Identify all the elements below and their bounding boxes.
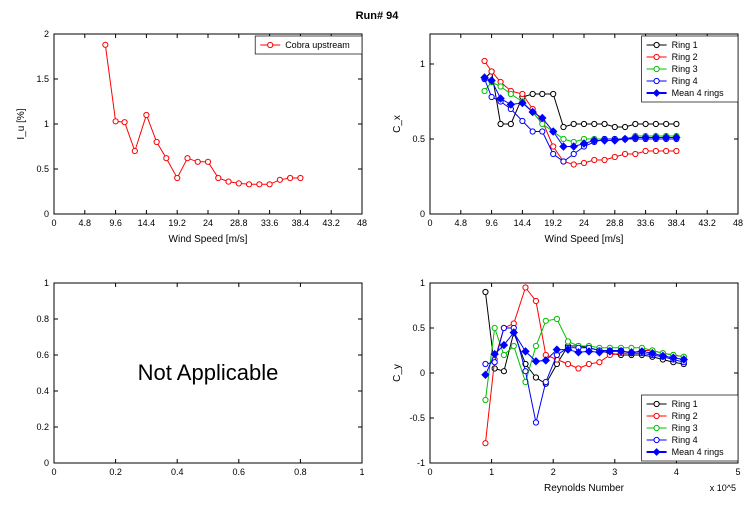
svg-text:33.6: 33.6 bbox=[637, 218, 655, 228]
svg-text:C_x: C_x bbox=[392, 115, 403, 133]
svg-text:9.6: 9.6 bbox=[485, 218, 498, 228]
svg-text:0.8: 0.8 bbox=[36, 314, 49, 324]
svg-text:Ring 3: Ring 3 bbox=[672, 64, 698, 74]
svg-text:0.6: 0.6 bbox=[233, 467, 246, 477]
svg-text:Ring 4: Ring 4 bbox=[672, 435, 698, 445]
svg-text:0.4: 0.4 bbox=[171, 467, 184, 477]
svg-text:Ring 1: Ring 1 bbox=[672, 399, 698, 409]
panel-bl: 0 0.2 0.4 0.6 0.8 1 0 0.2 0.4 0.6 0.8 1 Not Applicab… bbox=[10, 275, 368, 506]
svg-text:Ring 2: Ring 2 bbox=[672, 411, 698, 421]
svg-text:Mean 4 rings: Mean 4 rings bbox=[672, 447, 725, 457]
svg-text:0.2: 0.2 bbox=[109, 467, 122, 477]
svg-text:x 10^5: x 10^5 bbox=[710, 483, 736, 493]
svg-text:24: 24 bbox=[579, 218, 589, 228]
svg-text:Mean 4 rings: Mean 4 rings bbox=[672, 88, 725, 98]
svg-text:-0.5: -0.5 bbox=[409, 413, 425, 423]
svg-text:Not Applicable: Not Applicable bbox=[138, 360, 279, 385]
svg-text:1.5: 1.5 bbox=[36, 74, 49, 84]
svg-text:3: 3 bbox=[612, 467, 617, 477]
svg-text:38.4: 38.4 bbox=[292, 218, 310, 228]
svg-text:9.6: 9.6 bbox=[109, 218, 122, 228]
svg-text:4.8: 4.8 bbox=[455, 218, 468, 228]
svg-text:0: 0 bbox=[420, 368, 425, 378]
svg-text:Cobra upstream: Cobra upstream bbox=[285, 40, 350, 50]
svg-text:Ring 2: Ring 2 bbox=[672, 52, 698, 62]
svg-text:33.6: 33.6 bbox=[261, 218, 279, 228]
panel-tl: 0 4.8 9.6 14.4 19.2 24 28.8 33.6 38.4 43.2 48 0 0.5 1… bbox=[10, 26, 368, 257]
svg-text:1: 1 bbox=[44, 278, 49, 288]
page-title: Run# 94 bbox=[10, 10, 744, 22]
svg-text:0: 0 bbox=[51, 218, 56, 228]
svg-text:24: 24 bbox=[203, 218, 213, 228]
svg-text:48: 48 bbox=[357, 218, 367, 228]
svg-text:Wind Speed [m/s]: Wind Speed [m/s] bbox=[169, 234, 248, 245]
svg-text:14.4: 14.4 bbox=[138, 218, 156, 228]
svg-text:Wind Speed [m/s]: Wind Speed [m/s] bbox=[545, 234, 624, 245]
svg-text:Ring 3: Ring 3 bbox=[672, 423, 698, 433]
svg-text:0: 0 bbox=[44, 458, 49, 468]
svg-text:1: 1 bbox=[420, 59, 425, 69]
svg-text:28.8: 28.8 bbox=[230, 218, 248, 228]
svg-text:0.8: 0.8 bbox=[294, 467, 307, 477]
svg-text:0.5: 0.5 bbox=[36, 164, 49, 174]
svg-text:I_u [%]: I_u [%] bbox=[16, 108, 27, 139]
svg-text:0: 0 bbox=[44, 209, 49, 219]
svg-text:14.4: 14.4 bbox=[514, 218, 532, 228]
svg-text:-1: -1 bbox=[417, 458, 425, 468]
svg-text:1: 1 bbox=[44, 119, 49, 129]
svg-text:43.2: 43.2 bbox=[322, 218, 340, 228]
svg-text:0.5: 0.5 bbox=[412, 323, 425, 333]
svg-text:48: 48 bbox=[733, 218, 743, 228]
svg-text:1: 1 bbox=[359, 467, 364, 477]
svg-text:1: 1 bbox=[420, 278, 425, 288]
svg-text:2: 2 bbox=[551, 467, 556, 477]
svg-text:19.2: 19.2 bbox=[544, 218, 562, 228]
svg-text:28.8: 28.8 bbox=[606, 218, 624, 228]
svg-text:4.8: 4.8 bbox=[79, 218, 92, 228]
svg-text:0.4: 0.4 bbox=[36, 386, 49, 396]
svg-text:0: 0 bbox=[427, 218, 432, 228]
panel-br: 0 1 2 3 4 5 -1 -0.5 0 0.5 1 Reynolds Number C_yx 10^… bbox=[386, 275, 744, 506]
svg-text:Reynolds Number: Reynolds Number bbox=[544, 483, 625, 494]
svg-text:19.2: 19.2 bbox=[168, 218, 186, 228]
svg-text:0: 0 bbox=[420, 209, 425, 219]
svg-text:0: 0 bbox=[427, 467, 432, 477]
svg-text:0: 0 bbox=[51, 467, 56, 477]
svg-text:38.4: 38.4 bbox=[668, 218, 686, 228]
panel-tr: 0 4.8 9.6 14.4 19.2 24 28.8 33.6 38.4 43.2 48 0 0.5 1… bbox=[386, 26, 744, 257]
svg-text:1: 1 bbox=[489, 467, 494, 477]
svg-text:0.5: 0.5 bbox=[412, 134, 425, 144]
svg-text:5: 5 bbox=[735, 467, 740, 477]
svg-text:4: 4 bbox=[674, 467, 679, 477]
svg-text:Ring 4: Ring 4 bbox=[672, 76, 698, 86]
svg-text:Ring 1: Ring 1 bbox=[672, 40, 698, 50]
chart-grid: 04.89.614.419.22428.833.638.443.24800.51… bbox=[10, 26, 744, 506]
svg-text:0.2: 0.2 bbox=[36, 422, 49, 432]
svg-text:C_y: C_y bbox=[392, 364, 403, 382]
svg-text:0.6: 0.6 bbox=[36, 350, 49, 360]
svg-text:2: 2 bbox=[44, 29, 49, 39]
svg-text:43.2: 43.2 bbox=[698, 218, 716, 228]
